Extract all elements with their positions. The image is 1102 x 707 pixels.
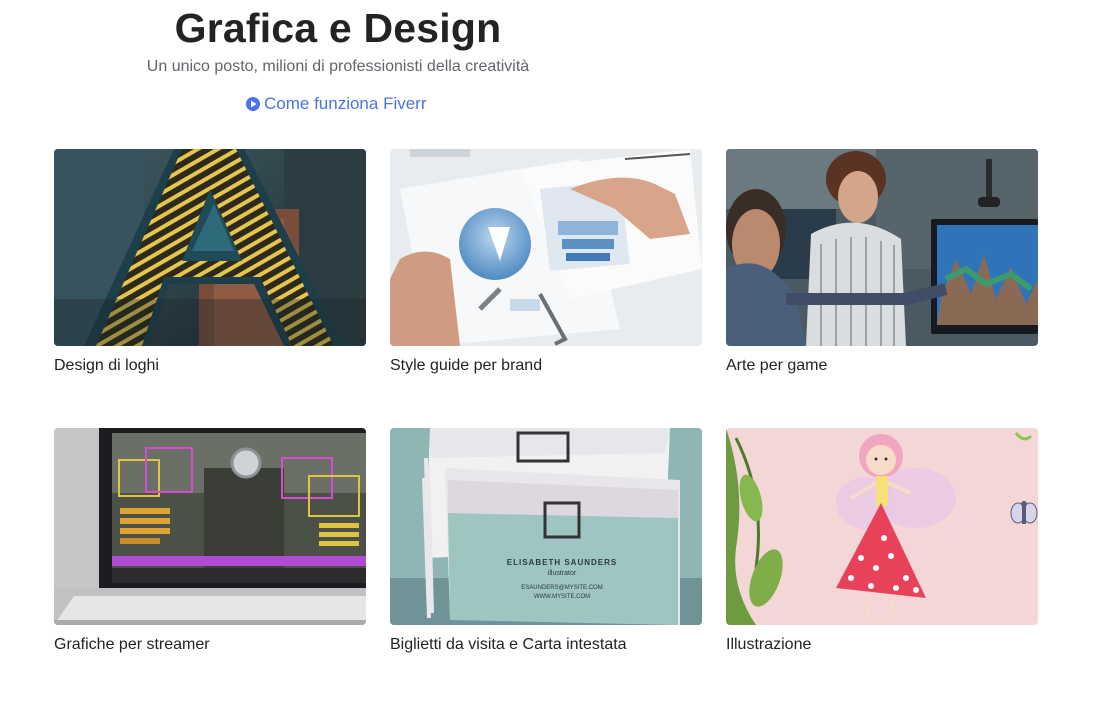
category-label: Arte per game [726, 357, 828, 374]
card-name-text: ELISABETH SAUNDERS [507, 558, 617, 567]
category-card-business-cards[interactable]: ELISABETH SAUNDERS illustrator ESAUNDERS… [390, 428, 702, 707]
streaming-overlay-laptop-image [54, 428, 366, 625]
category-label: Illustrazione [726, 636, 812, 653]
play-icon [246, 97, 260, 111]
page-title: Grafica e Design [174, 5, 502, 51]
category-card-streamer-graphics[interactable]: Grafiche per streamer [54, 428, 366, 707]
category-label: Grafiche per streamer [54, 636, 210, 653]
fairy-illustration-image [726, 428, 1038, 625]
category-label: Biglietti da visita e Carta intestata [390, 636, 627, 653]
card-site-text: WWW.MYSITE.COM [534, 594, 590, 600]
giant-letter-a-sign-image [54, 149, 366, 346]
category-grid: Design di loghi Style guide per brand Ar… [54, 149, 1038, 707]
category-label: Style guide per brand [390, 357, 543, 374]
game-artists-at-monitor-image [726, 149, 1038, 346]
category-card-logo-design[interactable]: Design di loghi [54, 149, 366, 428]
card-role-text: illustrator [548, 570, 577, 577]
business-cards-stack-image: ELISABETH SAUNDERS illustrator ESAUNDERS… [390, 428, 702, 625]
page-header: Grafica e Design Un unico posto, milioni… [0, 0, 676, 77]
how-fiverr-works-label: Come funziona Fiverr [264, 94, 427, 113]
card-email-text: ESAUNDERS@MYSITE.COM [521, 585, 602, 591]
page-subtitle: Un unico posto, milioni di professionist… [146, 58, 530, 75]
category-card-brand-style-guide[interactable]: Style guide per brand [390, 149, 702, 428]
category-card-illustration[interactable]: Illustrazione [726, 428, 1038, 707]
brand-style-guide-sheets-image [390, 149, 702, 346]
category-card-game-art[interactable]: Arte per game [726, 149, 1038, 428]
category-label: Design di loghi [54, 357, 159, 374]
how-fiverr-works-link[interactable]: Come funziona Fiverr [246, 94, 427, 114]
